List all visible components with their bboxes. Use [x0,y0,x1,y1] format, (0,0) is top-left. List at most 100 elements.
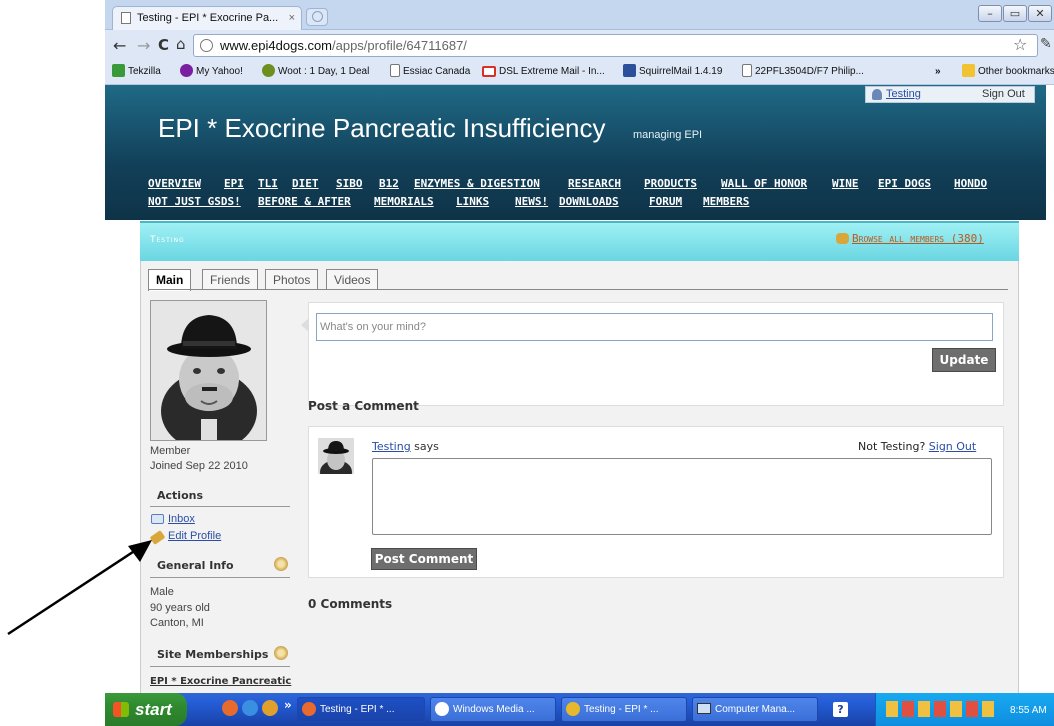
post-comment-button[interactable]: Post Comment [371,548,477,570]
maximize-icon: ▭ [1009,7,1021,20]
nav-link[interactable]: SIBO [336,177,363,190]
browse-all-members-link[interactable]: Browse all members (380) [852,232,984,245]
update-button[interactable]: Update [932,348,996,372]
bookmark-item[interactable]: SquirrelMail 1.4.19 [623,64,722,80]
browser-quicklaunch-icon[interactable] [262,700,278,716]
browser-tab-title: Testing - EPI * Exocrine Pa... [137,12,279,24]
commenter-name-link[interactable]: Testing [372,440,411,453]
start-button[interactable]: start [105,693,187,726]
nav-link[interactable]: B12 [379,177,399,190]
settings-gear-icon[interactable] [274,557,288,571]
user-link[interactable]: Testing [886,88,921,100]
nav-link[interactable]: NEWS! [515,195,548,208]
nav-link[interactable]: EPI DOGS [878,177,931,190]
nav-link[interactable]: PRODUCTS [644,177,697,190]
status-pointer [301,318,309,332]
bookmark-item[interactable]: 22PFL3504D/F7 Philip... [742,64,864,80]
user-bar: Testing Sign Out [865,86,1035,103]
browser-tab[interactable]: Testing - EPI * Exocrine Pa... × [112,6,302,30]
taskbar-item[interactable]: Windows Media ... [430,697,556,722]
nav-link[interactable]: DOWNLOADS [559,195,619,208]
joined-date: Joined Sep 22 2010 [150,460,248,472]
inbox-icon [151,514,164,524]
forward-arrow-icon[interactable]: → [137,36,150,55]
tray-icons[interactable] [886,701,998,717]
nav-link[interactable]: BEFORE & AFTER [258,195,351,208]
star-icon[interactable]: ☆ [1013,35,1027,54]
nav-link[interactable]: NOT JUST GSDS! [148,195,241,208]
commenter-says: Testing says [372,440,439,453]
other-bookmarks[interactable]: Other bookmarks [962,64,1054,80]
tab-close-icon[interactable]: × [289,7,295,29]
bookmark-item[interactable]: My Yahoo! [180,64,243,80]
sign-out-comment-link[interactable]: Sign Out [929,440,976,453]
membership-link[interactable]: EPI * Exocrine Pancreatic [150,676,291,687]
clock: 8:55 AM [1010,705,1047,716]
bookmark-item[interactable]: DSL Extreme Mail - In... [482,64,605,80]
bookmark-label: My Yahoo! [196,66,243,77]
nav-link[interactable]: TLI [258,177,278,190]
comments-count: 0 Comments [308,597,393,611]
tekzilla-icon [112,64,125,77]
nav-link[interactable]: FORUM [649,195,682,208]
chrome-icon [566,702,580,716]
nav-link[interactable]: HONDO [954,177,987,190]
nav-link[interactable]: MEMBERS [703,195,749,208]
nav-link[interactable]: MEMORIALS [374,195,434,208]
bookmark-item[interactable]: Tekzilla [112,64,161,80]
inbox-link[interactable]: Inbox [168,513,195,525]
bookmark-label: Tekzilla [128,66,161,77]
minimize-icon: – [987,7,993,20]
taskbar-item[interactable]: Testing - EPI * ... [561,697,687,722]
folder-icon [962,64,975,77]
tab-main[interactable]: Main [148,269,192,291]
bookmark-item[interactable]: Woot : 1 Day, 1 Deal [262,64,369,80]
annotation-arrow-icon [7,540,152,636]
nav-link[interactable]: WALL OF HONOR [721,177,807,190]
plus-icon [312,11,323,22]
members-icon [836,233,849,244]
nav-link[interactable]: OVERVIEW [148,177,201,190]
firefox-icon[interactable] [222,700,238,716]
sign-out-link[interactable]: Sign Out [982,88,1025,100]
post-comment-header: Post a Comment [308,399,419,413]
taskbar-item-label: Testing - EPI * ... [584,704,659,715]
nav-link[interactable]: WINE [832,177,859,190]
nav-link[interactable]: LINKS [456,195,489,208]
taskbar-item[interactable]: Computer Mana... [692,697,818,722]
quicklaunch-overflow[interactable]: » [284,698,292,712]
page-icon [390,64,400,77]
avatar[interactable] [150,300,267,441]
back-arrow-icon[interactable]: ← [113,36,126,55]
comment-textarea[interactable] [372,458,992,535]
nav-link[interactable]: RESEARCH [568,177,621,190]
wrench-icon[interactable]: ✎ [1040,36,1052,52]
tab-friends[interactable]: Friends [202,269,259,290]
maximize-button[interactable]: ▭ [1003,5,1027,22]
tab-videos[interactable]: Videos [326,269,379,290]
bookmark-label: Woot : 1 Day, 1 Deal [278,66,370,77]
close-window-button[interactable]: ✕ [1028,5,1052,22]
avatar-portrait-icon [151,301,266,440]
bookmarks-overflow-button[interactable]: » [935,64,941,80]
edit-profile-link[interactable]: Edit Profile [168,530,221,542]
minimize-button[interactable]: – [978,5,1002,22]
new-tab-button[interactable] [306,8,328,26]
home-icon[interactable]: ⌂ [176,35,186,53]
tab-divider [148,289,1008,290]
reload-icon[interactable]: C [158,36,169,54]
nav-link[interactable]: DIET [292,177,319,190]
commenter-avatar [318,438,354,474]
settings-gear-icon[interactable] [274,646,288,660]
yahoo-icon [180,64,193,77]
nav-link[interactable]: ENZYMES & DIGESTION [414,177,540,190]
status-input[interactable]: What's on your mind? [316,313,993,341]
address-bar[interactable]: www.epi4dogs.com/apps/profile/64711687/ [193,34,1038,57]
help-icon[interactable]: ? [833,702,848,717]
ie-icon[interactable] [242,700,258,716]
bookmark-item[interactable]: Essiac Canada [390,64,470,80]
bookmark-label: DSL Extreme Mail - In... [499,66,605,77]
taskbar-item[interactable]: Testing - EPI * ... [297,697,425,722]
nav-link[interactable]: EPI [224,177,244,190]
tab-photos[interactable]: Photos [265,269,319,290]
